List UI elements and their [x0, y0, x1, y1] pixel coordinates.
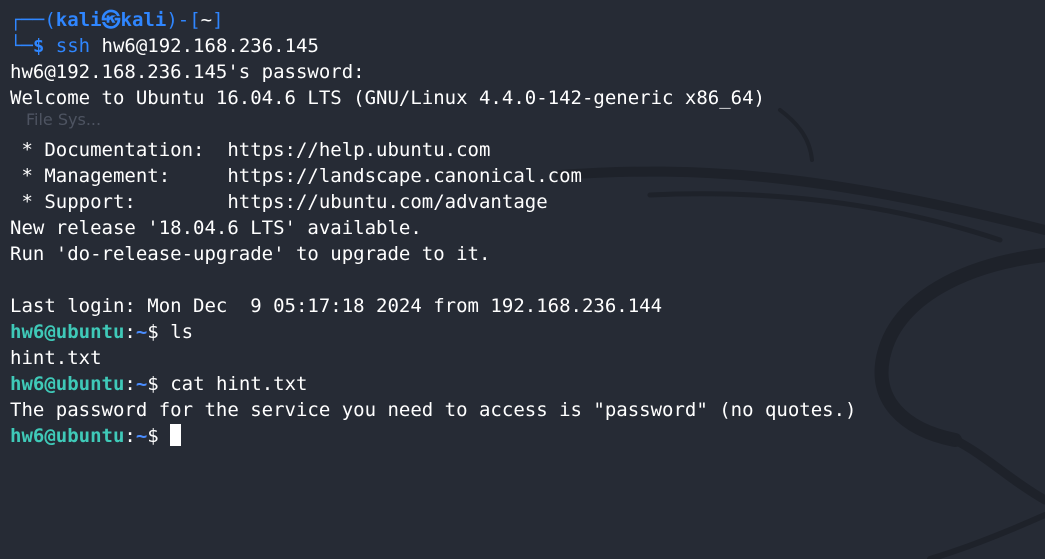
- prompt-directory: ~: [200, 9, 213, 31]
- command-cat: cat hint.txt: [170, 373, 308, 395]
- text-cursor[interactable]: [170, 424, 182, 446]
- remote-prompt-active[interactable]: hw6@ubuntu:~$: [10, 423, 1045, 449]
- cat-output-line: The password for the service you need to…: [10, 399, 857, 421]
- command-name: ssh: [44, 35, 91, 57]
- remote-dollar: $: [147, 425, 171, 447]
- remote-userhost: hw6@ubuntu: [10, 373, 125, 395]
- prompt-user: kali: [55, 9, 102, 31]
- prompt-separator: )-[: [166, 9, 201, 31]
- remote-path: ~: [135, 321, 148, 343]
- remote-userhost: hw6@ubuntu: [10, 425, 125, 447]
- support-line: * Support: https://ubuntu.com/advantage: [10, 191, 548, 213]
- kali-prompt-line-1: ┌──(kali㉿kali)-[~]: [10, 7, 1045, 33]
- remote-prompt-cat: hw6@ubuntu:~$ cat hint.txt: [10, 371, 1045, 397]
- prompt-dollar: $: [32, 35, 45, 57]
- welcome-line: Welcome to Ubuntu 16.04.6 LTS (GNU/Linux…: [10, 87, 765, 109]
- ls-output-line: hint.txt: [10, 347, 102, 369]
- prompt-at-symbol: ㉿: [101, 9, 121, 31]
- remote-colon: :: [124, 321, 136, 343]
- remote-dollar: $: [147, 373, 171, 395]
- last-login-line: Last login: Mon Dec 9 05:17:18 2024 from…: [10, 295, 663, 317]
- remote-colon: :: [124, 373, 136, 395]
- kali-prompt-line-2: └─$ ssh hw6@192.168.236.145: [10, 33, 1045, 59]
- prompt-close: ]: [212, 9, 224, 31]
- command-args: hw6@192.168.236.145: [90, 35, 319, 57]
- prompt-host: kali: [120, 9, 167, 31]
- remote-path: ~: [135, 373, 148, 395]
- terminal-window[interactable]: File Sys... ┌──(kali㉿kali)-[~] └─$ ssh h…: [0, 0, 1045, 559]
- prompt-box-corner: └─: [10, 35, 33, 57]
- password-prompt-line: hw6@192.168.236.145's password:: [10, 61, 365, 83]
- documentation-line: * Documentation: https://help.ubuntu.com: [10, 139, 491, 161]
- remote-colon: :: [124, 425, 136, 447]
- remote-path: ~: [135, 425, 148, 447]
- command-ls: ls: [170, 321, 194, 343]
- run-upgrade-line: Run 'do-release-upgrade' to upgrade to i…: [10, 243, 491, 265]
- terminal-output: ┌──(kali㉿kali)-[~] └─$ ssh hw6@192.168.2…: [10, 7, 1045, 449]
- remote-prompt-ls: hw6@ubuntu:~$ ls: [10, 319, 1045, 345]
- remote-dollar: $: [147, 321, 171, 343]
- management-line: * Management: https://landscape.canonica…: [10, 165, 582, 187]
- new-release-line: New release '18.04.6 LTS' available.: [10, 217, 422, 239]
- remote-userhost: hw6@ubuntu: [10, 321, 125, 343]
- prompt-box-open: ┌──(: [10, 9, 56, 31]
